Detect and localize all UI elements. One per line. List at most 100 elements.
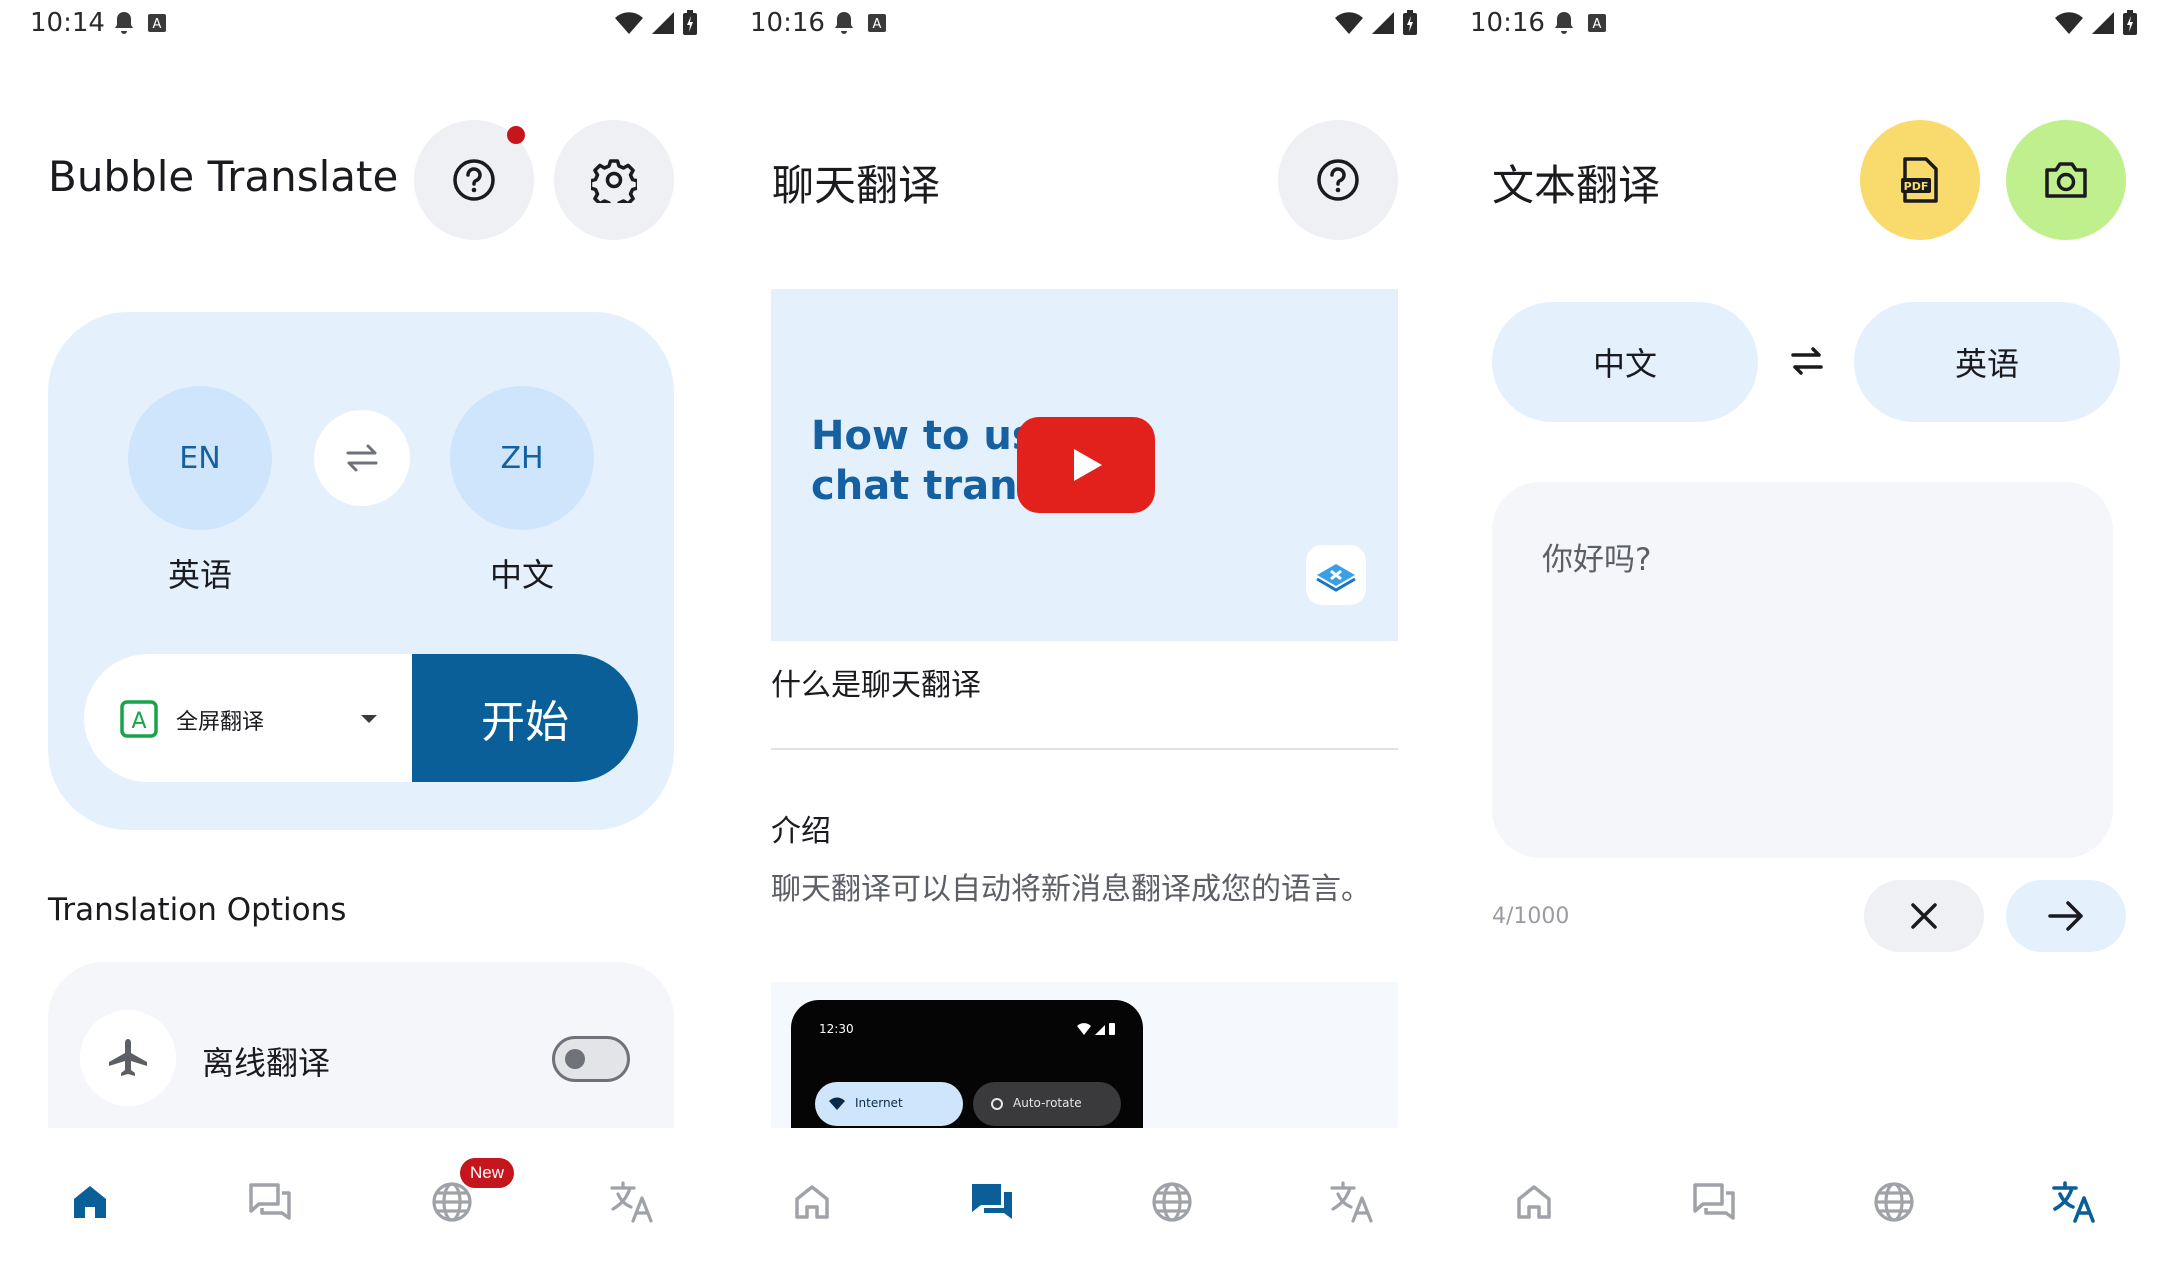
demo-wifi-icon: [829, 1097, 845, 1110]
nav-translate[interactable]: [2044, 1172, 2104, 1232]
swap-arrows-icon: [1791, 347, 1823, 375]
pdf-icon: PDF: [1901, 157, 1938, 203]
source-text-input[interactable]: 你好吗?: [1492, 482, 2113, 858]
faq-question[interactable]: 什么是聊天翻译: [771, 660, 981, 704]
status-time: 10:16: [1470, 8, 1545, 38]
nav-chat[interactable]: [962, 1172, 1022, 1232]
chat-bubbles-icon: [972, 1184, 1012, 1219]
tutorial-video[interactable]: How to us chat trans: [771, 289, 1398, 641]
cell-signal-icon: [1372, 12, 1394, 34]
home-icon: [795, 1185, 829, 1219]
demo-internet-label: Internet: [855, 1096, 903, 1110]
start-button[interactable]: 开始: [412, 654, 638, 782]
offline-translation-toggle[interactable]: [552, 1036, 630, 1082]
status-bar: 10:14 A: [0, 0, 720, 48]
text-translate-screen: 10:16 A 文本翻译 PDF 中文 英语 你好吗? 4/1000: [1440, 0, 2160, 1280]
settings-button[interactable]: [554, 120, 674, 240]
home-icon: [74, 1186, 106, 1218]
battery-icon: [2123, 10, 2137, 35]
wifi-icon: [2055, 12, 2083, 35]
source-language-button[interactable]: 中文: [1492, 302, 1758, 422]
swap-arrows-icon: [346, 444, 378, 472]
help-circle-icon: [1317, 159, 1359, 201]
globe-icon: [1874, 1182, 1914, 1222]
bottom-navigation: New: [0, 1128, 720, 1280]
wifi-icon: [615, 12, 643, 35]
nav-chat[interactable]: [1684, 1172, 1744, 1232]
target-language-name: 中文: [489, 556, 554, 594]
battery-icon: [683, 10, 697, 35]
intro-text: 聊天翻译可以自动将新消息翻译成您的语言。: [771, 872, 1371, 907]
option-icon-wrap: [80, 1010, 176, 1106]
cell-signal-icon: [2092, 12, 2114, 34]
globe-icon: [1152, 1182, 1192, 1222]
intro-title: 介绍: [771, 814, 831, 849]
status-bar: 10:16 A: [720, 0, 1440, 48]
camera-icon: [2045, 162, 2087, 198]
status-time: 10:16: [750, 8, 825, 38]
translate-icon: [2052, 1181, 2095, 1223]
svg-text:PDF: PDF: [1904, 180, 1929, 193]
camera-button[interactable]: [2006, 120, 2126, 240]
option-label: 离线翻译: [202, 1044, 331, 1082]
source-language-button[interactable]: EN: [128, 386, 272, 530]
cell-signal-icon: [652, 12, 674, 34]
clear-button[interactable]: [1864, 880, 1984, 952]
app-a-icon: A: [148, 14, 166, 32]
nav-web[interactable]: [1142, 1172, 1202, 1232]
airplane-icon: [109, 1039, 147, 1076]
translation-mode-label: 全屏翻译: [176, 710, 265, 735]
chat-translate-screen: 10:16 A 聊天翻译 How to us chat trans 什么是聊天翻…: [720, 0, 1440, 1280]
home-screen: 10:14 A Bubble Translate EN ZH 英语 中文 A 全…: [0, 0, 720, 1280]
translate-button[interactable]: [2006, 880, 2126, 952]
nav-chat[interactable]: [240, 1172, 300, 1232]
translate-icon: [1330, 1181, 1373, 1223]
app-a-icon: A: [1588, 14, 1606, 32]
demo-status-icons: [1077, 1023, 1115, 1035]
swap-languages-button[interactable]: [314, 410, 410, 506]
nav-home[interactable]: [782, 1172, 842, 1232]
demo-rotate-icon: [991, 1098, 1003, 1110]
target-language-button[interactable]: ZH: [450, 386, 594, 530]
play-button[interactable]: [1017, 417, 1155, 513]
app-logo: [1306, 545, 1366, 605]
bubble-translate-logo-icon: [1316, 564, 1356, 592]
bottom-navigation: [1440, 1128, 2160, 1280]
status-bar: 10:16 A: [1440, 0, 2160, 48]
page-title: 文本翻译: [1492, 161, 1661, 210]
svg-text:A: A: [131, 709, 146, 734]
chat-bubbles-icon: [249, 1183, 291, 1220]
globe-icon: [432, 1182, 472, 1222]
new-badge: New: [460, 1158, 515, 1188]
nav-home[interactable]: [1504, 1172, 1564, 1232]
svg-text:A: A: [1593, 17, 1602, 32]
battery-icon: [1403, 10, 1417, 35]
swap-languages-button[interactable]: [1790, 344, 1824, 382]
toggle-knob: [565, 1049, 585, 1069]
arrow-right-icon: [2048, 901, 2083, 931]
video-caption-line2: chat trans: [811, 463, 1042, 509]
nav-web[interactable]: [1864, 1172, 1924, 1232]
svg-text:A: A: [153, 17, 162, 32]
divider: [771, 748, 1398, 750]
pdf-button[interactable]: PDF: [1860, 120, 1980, 240]
bottom-navigation: [720, 1128, 1440, 1280]
video-caption: How to us chat trans: [811, 411, 1041, 511]
nav-translate[interactable]: [602, 1172, 662, 1232]
auto-translate-icon: A: [120, 700, 158, 738]
app-a-icon: A: [868, 14, 886, 32]
close-icon: [1911, 903, 1937, 929]
target-language-button[interactable]: 英语: [1854, 302, 2120, 422]
play-icon: [1074, 449, 1102, 481]
help-circle-icon: [453, 159, 495, 201]
notification-bell-icon: [835, 12, 853, 34]
nav-home[interactable]: [60, 1172, 120, 1232]
chat-bubbles-icon: [1693, 1183, 1735, 1220]
dropdown-arrow-icon: [361, 715, 377, 723]
video-caption-line1: How to us: [811, 413, 1036, 459]
notification-bell-icon: [115, 12, 133, 34]
nav-translate[interactable]: [1322, 1172, 1382, 1232]
translation-mode-dropdown[interactable]: A 全屏翻译: [84, 654, 424, 782]
home-icon: [1517, 1185, 1551, 1219]
help-button[interactable]: [1278, 120, 1398, 240]
